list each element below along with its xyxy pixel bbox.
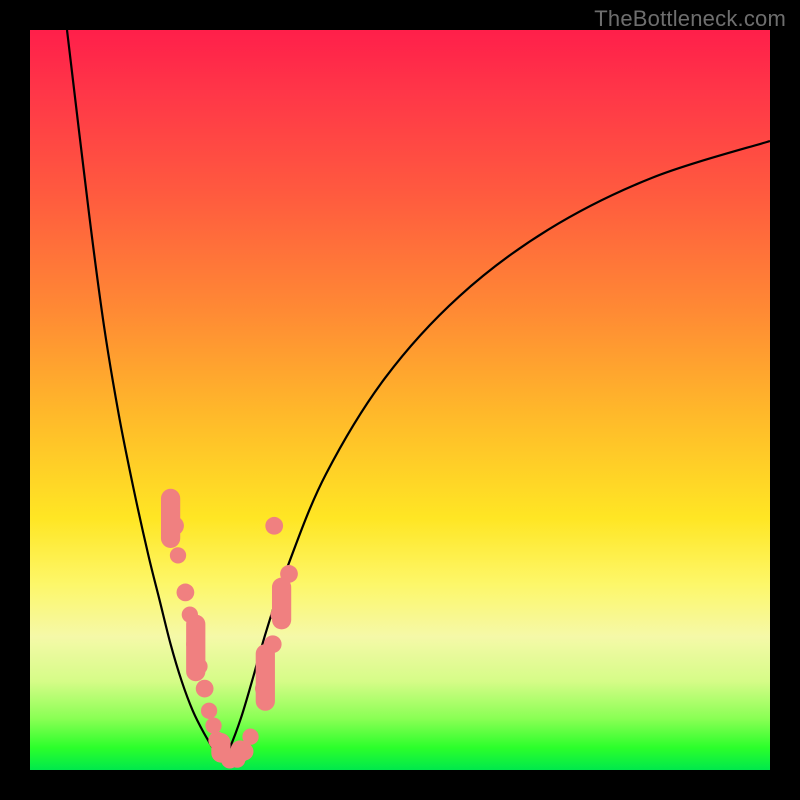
chart-frame: TheBottleneck.com	[0, 0, 800, 800]
marker-dot	[196, 680, 214, 698]
marker-dot	[186, 635, 204, 653]
marker-dot	[265, 517, 283, 535]
marker-dot	[182, 606, 198, 622]
marker-dot	[271, 606, 287, 622]
marker-dot	[170, 547, 186, 563]
marker-dot	[177, 584, 195, 602]
marker-dot	[236, 743, 254, 761]
marker-dots	[165, 516, 298, 768]
marker-dot	[191, 658, 207, 674]
marker-pill	[256, 644, 275, 711]
marker-dot	[205, 717, 221, 733]
chart-svg	[30, 30, 770, 770]
bottleneck-curve	[67, 30, 770, 761]
marker-dot	[255, 680, 271, 696]
marker-dot	[201, 703, 217, 719]
marker-dot	[242, 729, 258, 745]
curve-right-branch	[222, 141, 770, 761]
watermark-text: TheBottleneck.com	[594, 6, 786, 32]
marker-dot	[264, 635, 282, 653]
chart-plot-area	[30, 30, 770, 770]
marker-dot	[165, 516, 184, 535]
marker-dot	[280, 565, 298, 583]
